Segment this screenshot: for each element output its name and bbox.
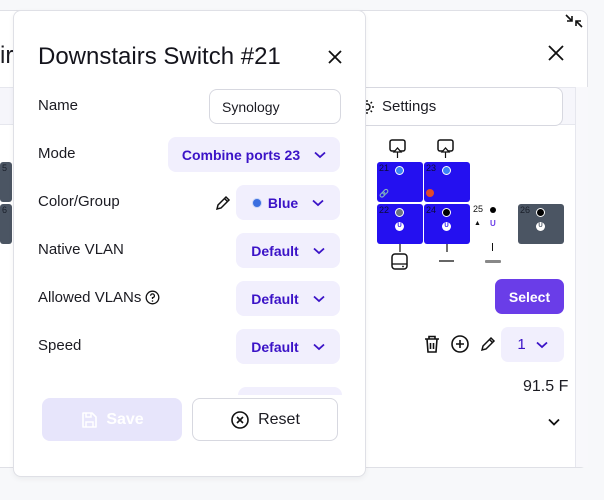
allowed-vlans-text: Allowed VLANs [38, 289, 142, 306]
uplink-badge: U [442, 222, 451, 231]
up-arrow-icon: ▲ [474, 220, 481, 227]
port-led [442, 208, 451, 217]
chevron-down-icon [536, 341, 548, 348]
port-led [536, 208, 545, 217]
port-led [442, 166, 451, 175]
chevron-down-icon[interactable] [546, 414, 562, 430]
port-23[interactable]: 23 [424, 162, 470, 202]
temperature-readout: 91.5 F [523, 378, 569, 395]
allowed-vlans-label: Allowed VLANs [38, 289, 160, 306]
panel-side-strip [575, 87, 588, 467]
save-button[interactable]: Save [42, 398, 182, 441]
collapse-icon[interactable] [563, 12, 585, 30]
chevron-down-icon [313, 295, 325, 302]
port-25-number: 25 [473, 204, 484, 214]
native-vlan-label: Native VLAN [38, 241, 124, 258]
help-icon[interactable] [145, 290, 160, 305]
port-5[interactable]: 5 [0, 162, 12, 202]
modal-title: Downstairs Switch #21 [38, 43, 281, 70]
trash-icon[interactable] [422, 334, 442, 354]
cable-line [492, 243, 493, 251]
speed-value: Default [251, 338, 299, 355]
mode-value: Combine ports 23 [181, 146, 301, 163]
color-group-value: Blue [267, 194, 299, 211]
uplink-badge: U [536, 222, 545, 231]
color-swatch [251, 197, 262, 208]
scrolled-dropdown-partial[interactable] [238, 387, 342, 395]
link-icon: 🔗 [379, 189, 389, 198]
native-vlan-value: Default [251, 242, 299, 259]
mode-label: Mode [38, 145, 76, 162]
chevron-down-icon [314, 151, 326, 158]
pencil-icon[interactable] [478, 334, 498, 354]
port-led [395, 208, 404, 217]
panel-title-fragment: ir [0, 42, 14, 69]
reset-label: Reset [258, 410, 300, 428]
speed-dropdown[interactable]: Default [236, 329, 340, 364]
port-22[interactable]: 22 U [377, 204, 423, 244]
mode-dropdown[interactable]: Combine ports 23 [168, 137, 340, 172]
chevron-down-icon [313, 247, 325, 254]
port-26[interactable]: 26 U [518, 204, 564, 244]
panel-close-icon[interactable] [545, 42, 567, 64]
page-select-value: 1 [517, 336, 526, 353]
page-select[interactable]: 1 [501, 327, 564, 362]
allowed-vlans-dropdown[interactable]: Default [236, 281, 340, 316]
device-icon [439, 244, 454, 262]
settings-label: Settings [382, 98, 437, 115]
status-dot [426, 189, 434, 197]
port-led [395, 166, 404, 175]
port-actions [422, 334, 498, 354]
sfp-module-icon [485, 260, 501, 263]
monitor-icon [389, 139, 406, 158]
native-vlan-dropdown[interactable]: Default [236, 233, 340, 268]
monitor-icon [437, 139, 454, 158]
uplink-badge: U [395, 222, 404, 231]
nas-drive-icon [391, 244, 408, 270]
speed-label: Speed [38, 337, 82, 354]
name-label: Name [38, 97, 79, 114]
allowed-vlans-value: Default [251, 290, 299, 307]
color-group-label: Color/Group [38, 193, 120, 210]
reset-button[interactable]: Reset [192, 398, 338, 441]
settings-button[interactable]: Settings [340, 87, 563, 126]
port-6[interactable]: 6 [0, 204, 12, 244]
color-group-dropdown[interactable]: Blue [236, 185, 340, 220]
add-circle-icon[interactable] [450, 334, 470, 354]
port-24[interactable]: 24 U [424, 204, 470, 244]
pencil-icon[interactable] [214, 194, 232, 212]
chevron-down-icon [313, 343, 325, 350]
select-button[interactable]: Select [495, 279, 564, 314]
save-label: Save [106, 410, 144, 428]
close-circle-icon [231, 410, 249, 429]
chevron-down-icon [312, 199, 324, 206]
port-25-led [490, 207, 496, 213]
floppy-disk-icon [82, 411, 98, 428]
port-21[interactable]: 21 🔗 [377, 162, 423, 202]
uplink-label: U [490, 219, 496, 228]
name-input[interactable] [209, 89, 341, 124]
port-edit-modal: Downstairs Switch #21 Name Mode Combine … [13, 10, 366, 477]
modal-close-icon[interactable] [325, 47, 345, 67]
